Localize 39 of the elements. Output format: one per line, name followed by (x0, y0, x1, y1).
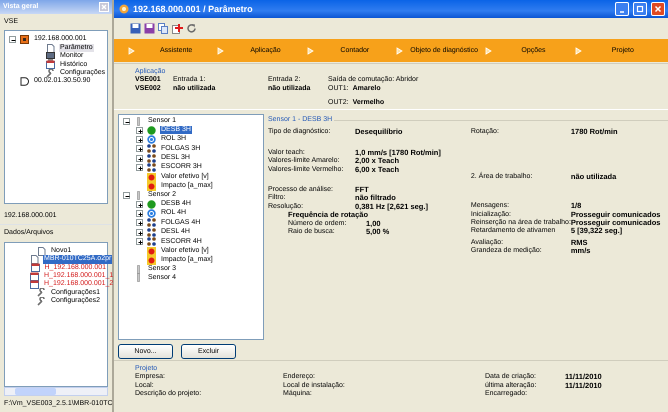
probe-icon (134, 116, 143, 126)
play-icon (574, 46, 582, 54)
circle-icon (147, 200, 156, 209)
circle-icon (147, 126, 156, 135)
ring-icon (147, 209, 156, 218)
marker-icon (147, 172, 156, 182)
save-button[interactable] (130, 22, 141, 34)
dots-icon (147, 163, 156, 172)
ring-icon (147, 134, 156, 144)
probe-icon (134, 190, 143, 200)
calendar-icon (30, 280, 39, 290)
add-button[interactable] (172, 22, 183, 34)
wrench-icon (37, 288, 46, 298)
play-icon (485, 46, 492, 54)
dots-icon (147, 154, 156, 163)
calendar-icon (30, 272, 39, 281)
dots-icon (147, 228, 156, 237)
marker-icon (147, 246, 156, 256)
document-icon (46, 44, 55, 52)
calendar-icon (30, 263, 40, 272)
dots-icon (147, 144, 156, 154)
dots-icon (147, 218, 156, 228)
play-icon (396, 46, 403, 54)
monitor-icon (46, 52, 55, 61)
window-title: 192.168.000.001 / Parâmetro (133, 4, 254, 14)
play-icon (306, 46, 314, 54)
refresh-button[interactable] (186, 22, 197, 34)
module-icon (20, 77, 29, 86)
app-icon (119, 4, 129, 14)
play-icon (217, 46, 224, 54)
play-icon (128, 46, 135, 54)
disk-button[interactable] (144, 22, 155, 34)
dots-icon (147, 237, 156, 246)
wrench-icon (46, 68, 55, 78)
marker-icon (147, 256, 156, 266)
copy-button[interactable] (158, 22, 169, 34)
calendar-icon (46, 60, 55, 70)
wrench-icon (37, 296, 46, 306)
device-icon (20, 35, 29, 44)
